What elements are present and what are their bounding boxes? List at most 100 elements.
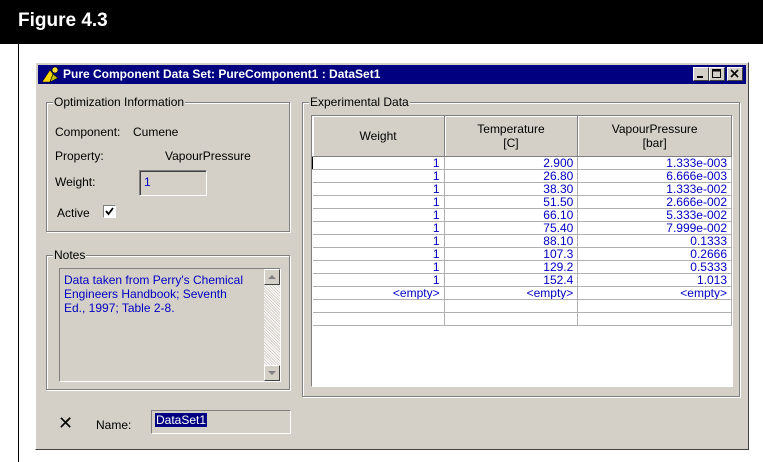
table-cell[interactable]: 1 bbox=[312, 247, 445, 261]
table-cell[interactable]: 88.10 bbox=[444, 234, 579, 248]
table-cell[interactable]: 0.1333 bbox=[577, 234, 732, 248]
close-icon bbox=[730, 69, 739, 78]
table-cell[interactable]: 129.2 bbox=[444, 260, 579, 274]
table-cell[interactable]: 0.5333 bbox=[577, 260, 732, 274]
table-cell-blank[interactable] bbox=[312, 299, 445, 313]
table-cell[interactable]: 1 bbox=[312, 169, 445, 183]
table-cell[interactable]: 1 bbox=[312, 195, 445, 209]
notes-group-label: Notes bbox=[53, 248, 87, 262]
experimental-data-group-label: Experimental Data bbox=[309, 95, 410, 109]
figure-left-rule bbox=[18, 44, 19, 462]
table-cell[interactable]: 66.10 bbox=[444, 208, 579, 222]
data-set-window: Pure Component Data Set: PureComponent1 … bbox=[35, 62, 749, 450]
table-cell[interactable]: 51.50 bbox=[444, 195, 579, 209]
notes-group: Notes Data taken from Perry's Chemical E… bbox=[46, 248, 290, 390]
table-cell[interactable]: 0.2666 bbox=[577, 247, 732, 261]
active-checkbox[interactable] bbox=[103, 205, 116, 218]
table-cell-blank[interactable] bbox=[444, 312, 579, 326]
scroll-down-button[interactable] bbox=[264, 365, 280, 381]
notes-line: Data taken from Perry's Chemical bbox=[64, 273, 244, 287]
active-label: Active bbox=[57, 206, 90, 220]
experimental-data-group: Experimental Data Weight Temperature [C] … bbox=[302, 95, 740, 397]
table-cell[interactable]: 26.80 bbox=[444, 169, 579, 183]
table-cell[interactable]: 1 bbox=[312, 156, 445, 170]
name-input[interactable]: DataSet1 bbox=[151, 410, 291, 434]
table-cell[interactable]: 6.666e-003 bbox=[577, 169, 732, 183]
weight-input[interactable]: 1 bbox=[139, 170, 207, 196]
app-icon bbox=[41, 66, 59, 83]
weight-input-value: 1 bbox=[144, 175, 151, 189]
column-header-temperature[interactable]: Temperature [C] bbox=[444, 116, 579, 157]
table-row[interactable]: <empty> <empty> <empty> bbox=[312, 286, 732, 300]
table-cell[interactable]: 7.999e-002 bbox=[577, 221, 732, 235]
minimize-icon bbox=[697, 76, 703, 78]
table-cell[interactable]: 1 bbox=[312, 234, 445, 248]
table-cell[interactable]: 1 bbox=[312, 221, 445, 235]
property-label: Property: bbox=[55, 149, 104, 163]
table-cell[interactable]: 1.333e-003 bbox=[577, 156, 732, 170]
table-cell[interactable]: <empty> bbox=[577, 286, 732, 300]
component-label: Component: bbox=[55, 125, 121, 139]
table-header-row: Weight Temperature [C] VapourPressure [bar… bbox=[312, 116, 732, 157]
table-row[interactable]: 1 129.2 0.5333 bbox=[312, 260, 732, 274]
table-row[interactable]: 1 38.30 1.333e-002 bbox=[312, 182, 732, 196]
table-cell-blank[interactable] bbox=[444, 299, 579, 313]
notes-line: Engineers Handbook; Seventh bbox=[64, 287, 227, 301]
notes-textarea[interactable]: Data taken from Perry's Chemical Enginee… bbox=[59, 268, 281, 382]
optimization-group: Optimization Information Component: Cume… bbox=[46, 95, 290, 232]
column-header-vapour-pressure[interactable]: VapourPressure [bar] bbox=[577, 116, 732, 157]
notes-scrollbar[interactable] bbox=[264, 269, 280, 381]
delete-x-icon[interactable]: ✕ bbox=[58, 413, 73, 434]
column-header-weight[interactable]: Weight bbox=[312, 116, 445, 157]
table-row[interactable]: 1 152.4 1.013 bbox=[312, 273, 732, 287]
table-cell-blank[interactable] bbox=[577, 299, 732, 313]
experimental-data-grid[interactable]: Weight Temperature [C] VapourPressure [bar… bbox=[311, 115, 733, 387]
table-cell[interactable]: <empty> bbox=[444, 286, 579, 300]
table-cell[interactable]: 1.333e-002 bbox=[577, 182, 732, 196]
table-row[interactable]: 1 75.40 7.999e-002 bbox=[312, 221, 732, 235]
table-cell[interactable]: 2.666e-002 bbox=[577, 195, 732, 209]
arrow-down-icon bbox=[268, 371, 276, 375]
arrow-up-icon bbox=[268, 275, 276, 279]
table-row[interactable]: 1 107.3 0.2666 bbox=[312, 247, 732, 261]
table-cell[interactable]: 75.40 bbox=[444, 221, 579, 235]
minimize-button[interactable] bbox=[693, 67, 709, 81]
checkmark-icon bbox=[105, 207, 114, 216]
maximize-icon bbox=[712, 69, 721, 78]
property-value: VapourPressure bbox=[165, 149, 251, 163]
notes-line: Ed., 1997; Table 2-8. bbox=[64, 301, 175, 315]
figure-title: Figure 4.3 bbox=[18, 10, 108, 31]
table-cell[interactable]: <empty> bbox=[312, 286, 445, 300]
table-cell[interactable]: 2.900 bbox=[444, 156, 579, 170]
window-titlebar[interactable]: Pure Component Data Set: PureComponent1 … bbox=[38, 65, 746, 84]
table-row[interactable]: 1 26.80 6.666e-003 bbox=[312, 169, 732, 183]
table-cell[interactable]: 107.3 bbox=[444, 247, 579, 261]
table-row[interactable]: 1 88.10 0.1333 bbox=[312, 234, 732, 248]
data-table: Weight Temperature [C] VapourPressure [bar… bbox=[312, 116, 732, 326]
close-button[interactable] bbox=[727, 67, 743, 81]
optimization-group-label: Optimization Information bbox=[53, 95, 186, 109]
table-cell-blank[interactable] bbox=[577, 312, 732, 326]
table-cell[interactable]: 1.013 bbox=[577, 273, 732, 287]
table-row[interactable]: 1 51.50 2.666e-002 bbox=[312, 195, 732, 209]
scroll-up-button[interactable] bbox=[264, 269, 280, 285]
table-cell[interactable]: 1 bbox=[312, 208, 445, 222]
weight-label: Weight: bbox=[55, 175, 96, 189]
name-label: Name: bbox=[96, 418, 132, 432]
table-cell[interactable]: 1 bbox=[312, 273, 445, 287]
component-value: Cumene bbox=[133, 125, 179, 139]
table-row-blank[interactable] bbox=[312, 299, 732, 313]
name-input-value: DataSet1 bbox=[155, 413, 208, 427]
table-cell[interactable]: 38.30 bbox=[444, 182, 579, 196]
window-title: Pure Component Data Set: PureComponent1 … bbox=[63, 67, 381, 81]
table-cell[interactable]: 1 bbox=[312, 182, 445, 196]
table-cell[interactable]: 1 bbox=[312, 260, 445, 274]
table-row[interactable]: 1 66.10 5.333e-002 bbox=[312, 208, 732, 222]
table-row[interactable]: 1 2.900 1.333e-003 bbox=[312, 156, 732, 170]
maximize-button[interactable] bbox=[709, 67, 725, 81]
table-cell[interactable]: 152.4 bbox=[444, 273, 579, 287]
table-cell-blank[interactable] bbox=[312, 312, 445, 326]
table-cell[interactable]: 5.333e-002 bbox=[577, 208, 732, 222]
figure-header: Figure 4.3 bbox=[0, 0, 763, 44]
table-row-blank[interactable] bbox=[312, 312, 732, 326]
